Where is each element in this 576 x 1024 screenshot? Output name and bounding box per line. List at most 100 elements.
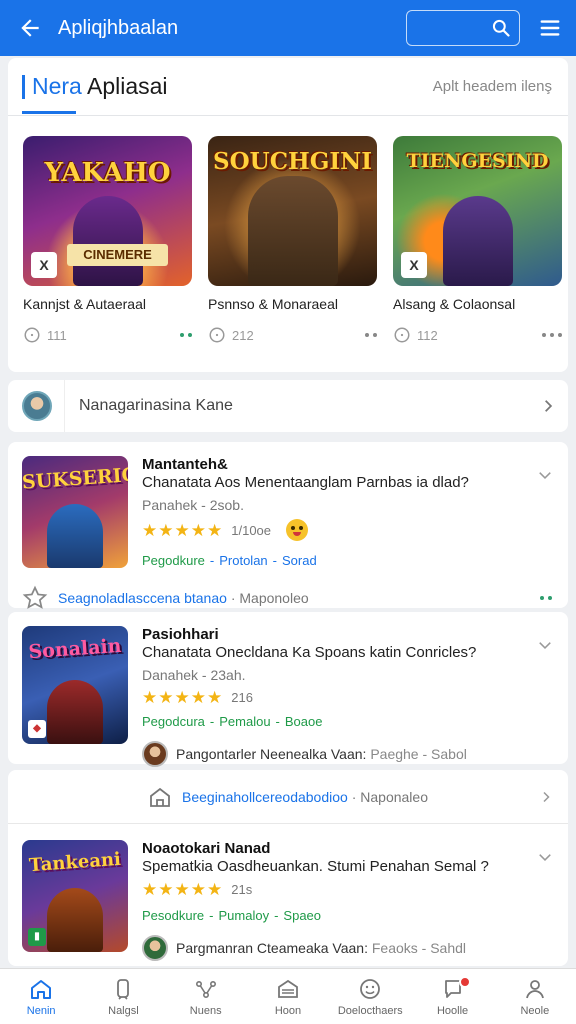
developer-main-text: Pangontarler Neenealka Vaan: [176, 746, 367, 762]
star-icon: ★ [190, 520, 206, 540]
more-options-icon[interactable] [180, 333, 192, 337]
featured-item[interactable]: YAKAHO CINEMERE X Kannjst & Autaeraal 11… [23, 136, 192, 344]
developer-text: Pangontarler Neenealka Vaan: Paeghe - Sa… [176, 746, 467, 762]
featured-see-all-link[interactable]: Aplt headem ilenş [433, 78, 552, 95]
nav-label: Doelocthaers [337, 1004, 403, 1017]
star-icon: ★ [207, 688, 223, 707]
featured-title-rest: Apliasai [86, 73, 168, 99]
developer-text: Pargmanran Cteameaka Vaan: Feaoks - Sahd… [176, 940, 466, 956]
thumbnail-title: SOUCHGINI [213, 148, 372, 175]
home-outline-icon [150, 787, 170, 807]
inbox-icon [278, 979, 298, 998]
app-icon[interactable]: Tankeani ▮ [22, 840, 128, 952]
chevron-right-icon[interactable] [540, 790, 552, 808]
tag[interactable]: Pumaloy [219, 908, 270, 923]
featured-item[interactable]: TIENGESIND X Alsang & Colaonsal 112 [393, 136, 562, 344]
game-thumbnail[interactable]: YAKAHO CINEMERE X [23, 136, 192, 286]
star-icon: ★ [158, 520, 174, 540]
app-list-item[interactable]: Sonalain ◆ Pasiohhari Chanatata Onecldan… [8, 612, 568, 767]
game-thumbnail[interactable]: SOUCHGINI [208, 136, 377, 286]
tag[interactable]: Pemalou [219, 714, 270, 729]
star-outline-icon[interactable] [22, 585, 48, 611]
featured-title-highlight: Nera [32, 73, 82, 99]
featured-header: Nera Apliasai Aplt headem ilenş [8, 58, 568, 116]
app-icon[interactable]: Sonalain ◆ [22, 626, 128, 744]
app-description: Spematkia Oasdheuankan. Stumi Penahan Se… [142, 858, 489, 875]
app-info: Pasiohhari Chanatata Onecldana Ka Spoans… [142, 626, 568, 767]
close-badge-icon[interactable]: X [31, 252, 57, 278]
app-name: Pasiohhari [142, 626, 219, 643]
nav-item-profile[interactable]: Neole [494, 969, 576, 1024]
recommendation-text: Nanagarinasina Kane [64, 380, 528, 432]
nav-item-notifications[interactable]: Hoolle [411, 969, 493, 1024]
share-icon [195, 980, 216, 998]
app-icon[interactable]: SUKSERIG [22, 456, 128, 568]
chevron-down-icon[interactable] [538, 468, 552, 487]
star-icon: ★ [142, 880, 158, 899]
developer-row[interactable]: Pargmanran Cteameaka Vaan: Feaoks - Sahd… [142, 935, 568, 961]
featured-item[interactable]: SOUCHGINI Psnnso & Monaraeal 212 [208, 136, 377, 344]
chevron-down-icon[interactable] [538, 638, 552, 657]
star-icon: ★ [207, 520, 223, 540]
back-button[interactable] [6, 0, 54, 56]
profile-icon [525, 979, 544, 998]
app-icon-title: Sonalain [27, 634, 123, 664]
tag[interactable]: Spaeo [283, 908, 321, 923]
bottom-navigation: Nenin Nalgsl Nuens Hoon Doelocthaers Hoo… [0, 968, 576, 1024]
avatar [142, 935, 168, 961]
game-thumbnail[interactable]: TIENGESIND X [393, 136, 562, 286]
footer-main-text: Seagnoladlasccena btanao [58, 590, 227, 606]
app-list-card: Tankeani ▮ Noaotokari Nanad Spematkia Oa… [8, 824, 568, 966]
star-icon: ★ [174, 688, 190, 707]
tag[interactable]: Pegodkure [142, 553, 205, 568]
app-icon-title: SUKSERIG [22, 463, 128, 494]
home-icon [31, 979, 52, 999]
recommendation-row[interactable]: Nanagarinasina Kane [8, 380, 568, 432]
nav-label: Hoon [274, 1004, 302, 1017]
arrow-left-icon [21, 19, 39, 37]
nav-label: Hoolle [436, 1004, 469, 1017]
chevron-right-icon[interactable] [528, 399, 568, 413]
tag[interactable]: Protolan [219, 553, 267, 568]
tag[interactable]: Boaoe [285, 714, 323, 729]
app-list-item[interactable]: SUKSERIG Mantanteh& Chanatata Aos Menent… [8, 442, 568, 568]
comment-count: 212 [232, 327, 254, 343]
search-input[interactable] [406, 10, 520, 46]
middle-link-row[interactable]: Beeginahollcereodabodioo · Naponaleo [8, 770, 568, 824]
tag[interactable]: Pesodkure [142, 908, 204, 923]
nav-item-inbox[interactable]: Hoon [247, 969, 329, 1024]
star-icon: ★ [190, 880, 206, 899]
featured-item-meta: 112 [393, 326, 562, 344]
comment-icon [24, 327, 40, 343]
nav-item-home[interactable]: Nenin [0, 969, 82, 1024]
app-list-item[interactable]: Tankeani ▮ Noaotokari Nanad Spematkia Oa… [8, 824, 568, 961]
nav-item-phone[interactable]: Nalgsl [82, 969, 164, 1024]
chevron-down-icon[interactable] [538, 850, 552, 869]
tag[interactable]: Pegodcura [142, 714, 205, 729]
emoji-icon [286, 519, 309, 541]
app-badge-icon: ◆ [28, 720, 46, 738]
app-name: Noaotokari Nanad [142, 840, 271, 857]
rating-count: 216 [231, 690, 253, 705]
comment-count: 111 [47, 327, 67, 343]
more-options-icon[interactable] [542, 333, 562, 337]
middle-row-sub: Naponaleo [360, 788, 428, 805]
developer-row[interactable]: Pangontarler Neenealka Vaan: Paeghe - Sa… [142, 741, 568, 767]
more-options-icon[interactable] [365, 333, 377, 337]
tag[interactable]: Sorad [282, 553, 317, 568]
star-icon: ★ [207, 880, 223, 899]
app-info: Noaotokari Nanad Spematkia Oasdheuankan.… [142, 840, 568, 961]
nav-item-share[interactable]: Nuens [165, 969, 247, 1024]
featured-title: Nera Apliasai [22, 73, 168, 114]
close-badge-icon[interactable]: X [401, 252, 427, 278]
hamburger-menu-icon [540, 20, 560, 36]
developer-sub-text: Paeghe - Sabol [370, 746, 467, 762]
footer-text[interactable]: Seagnoladlasccena btanao · Maponoleo [58, 590, 540, 606]
menu-button[interactable] [530, 8, 570, 48]
featured-item-meta: 212 [208, 326, 377, 344]
app-description: Chanatata Onecldana Ka Spoans katin Conr… [142, 644, 477, 661]
avatar [142, 741, 168, 767]
app-title: Apliqjhbaalan [58, 16, 179, 39]
nav-item-smile[interactable]: Doelocthaers [329, 969, 411, 1024]
more-options-icon[interactable] [540, 596, 552, 600]
